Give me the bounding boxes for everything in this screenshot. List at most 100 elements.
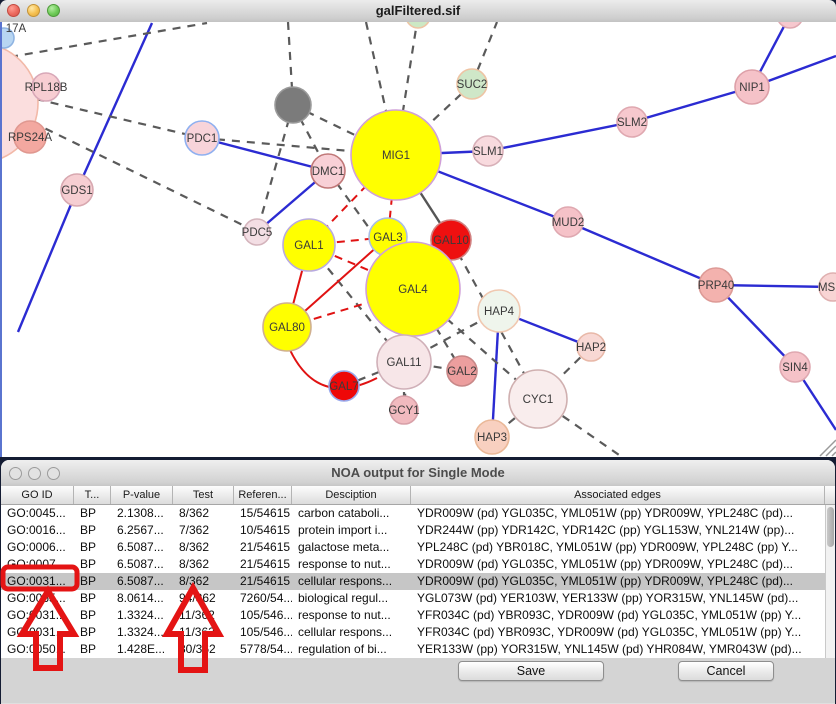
cell: BP — [74, 573, 111, 590]
column-header[interactable]: T... — [74, 486, 111, 504]
table-row[interactable]: GO:0031...BP1.3324...11/362105/546...res… — [1, 607, 825, 624]
node-label: MSL5 — [818, 282, 836, 294]
node-gray[interactable] — [275, 87, 311, 123]
table-row[interactable]: GO:0016...BP6.2567...7/36210/54615protei… — [1, 522, 825, 539]
node-label: SUC2 — [457, 79, 488, 91]
table-row[interactable]: GO:0050...BP1.428E...80/3625778/54...reg… — [1, 641, 825, 658]
table-row[interactable]: GO:0031...BP6.5087...8/36221/54615cellul… — [1, 573, 825, 590]
edge — [36, 99, 202, 138]
column-header[interactable]: GO ID — [1, 486, 74, 504]
node-label: GAL10 — [433, 235, 469, 247]
cell: 11/362 — [173, 624, 234, 641]
cell: YDR244W (pp) YDR142C, YDR142C (pp) YGL15… — [411, 522, 825, 539]
results-table: GO:0045...BP2.1308...8/36215/54615carbon… — [1, 505, 825, 658]
table-row[interactable]: GO:0065...BP8.0614...94/3627260/54...bio… — [1, 590, 825, 607]
cell: 105/546... — [234, 607, 292, 624]
cell: 11/362 — [173, 607, 234, 624]
cell: 21/54615 — [234, 556, 292, 573]
cell: 6.5087... — [111, 556, 173, 573]
edge — [632, 87, 752, 122]
node-label: GAL1 — [294, 240, 323, 252]
cell: cellular respons... — [292, 573, 411, 590]
cell: BP — [74, 505, 111, 522]
cell: YFR034C (pd) YBR093C, YDR009W (pd) YGL03… — [411, 624, 825, 641]
cell: response to nut... — [292, 556, 411, 573]
cell: 1.3324... — [111, 624, 173, 641]
cell: 10/54615 — [234, 522, 292, 539]
cell: YPL248C (pd) YBR018C, YML051W (pp) YDR00… — [411, 539, 825, 556]
cell: YER133W (pp) YOR315W, YNL145W (pd) YHR08… — [411, 641, 825, 658]
node-label: NIP1 — [739, 82, 765, 94]
node-topp[interactable] — [777, 22, 803, 28]
cell: 105/546... — [234, 624, 292, 641]
cell: biological regul... — [292, 590, 411, 607]
table-row[interactable]: GO:0031...BP1.3324...11/362105/546...cel… — [1, 624, 825, 641]
noa-window-titlebar[interactable]: NOA output for Single Mode — [1, 460, 835, 487]
cell: BP — [74, 522, 111, 539]
column-header[interactable]: Referen... — [234, 486, 292, 504]
cell: 21/54615 — [234, 539, 292, 556]
cell: carbon cataboli... — [292, 505, 411, 522]
cell: BP — [74, 607, 111, 624]
node-label: GAL4 — [398, 284, 428, 296]
table-row[interactable]: GO:0006...BP6.5087...8/36221/54615galact… — [1, 539, 825, 556]
cell: 8/362 — [173, 539, 234, 556]
node-topg[interactable] — [406, 22, 430, 28]
cell: 2.1308... — [111, 505, 173, 522]
cancel-button[interactable]: Cancel — [678, 661, 774, 681]
cell: 6.5087... — [111, 539, 173, 556]
cell: GO:0050... — [1, 641, 74, 658]
node-label: SLM2 — [617, 117, 647, 129]
cell: 8/362 — [173, 556, 234, 573]
node-label: PDC5 — [242, 227, 273, 239]
cell: GO:0031... — [1, 624, 74, 641]
cell: 15/54615 — [234, 505, 292, 522]
node-label: GDS1 — [61, 185, 92, 197]
cell: 8/362 — [173, 573, 234, 590]
network-graph: 17ARPL18BRPS24AGDS1PDC1DMC1MIG1SLM1SLM2N… — [2, 22, 836, 457]
node-label: HAP4 — [484, 306, 515, 318]
network-window-titlebar[interactable]: galFiltered.sif — [0, 0, 836, 23]
node-label: SLM1 — [473, 146, 503, 158]
column-header[interactable]: P-value — [111, 486, 173, 504]
cell: GO:0007... — [1, 556, 74, 573]
node-label: PDC1 — [187, 133, 218, 145]
cell: GO:0031... — [1, 573, 74, 590]
cell: galactose meta... — [292, 539, 411, 556]
node-label: DMC1 — [312, 166, 345, 178]
node-label: RPS24A — [8, 132, 52, 144]
edge — [832, 452, 836, 456]
edge — [10, 23, 207, 57]
save-button[interactable]: Save — [458, 661, 604, 681]
node-label: GAL11 — [387, 357, 422, 369]
window-title: galFiltered.sif — [0, 0, 836, 22]
cell: 1.428E... — [111, 641, 173, 658]
scrollbar-thumb[interactable] — [827, 507, 834, 547]
cell: 7260/54... — [234, 590, 292, 607]
column-header[interactable]: Desciption — [292, 486, 411, 504]
cell: BP — [74, 624, 111, 641]
table-header: GO IDT...P-valueTestReferen...Desciption… — [1, 486, 835, 505]
node-label: MIG1 — [382, 150, 410, 162]
table-row[interactable]: GO:0045...BP2.1308...8/36215/54615carbon… — [1, 505, 825, 522]
node-label: 17A — [6, 23, 27, 35]
column-header[interactable]: Test — [173, 486, 234, 504]
column-header[interactable]: Associated edges — [411, 486, 825, 504]
cell: 1.3324... — [111, 607, 173, 624]
cell: 8/362 — [173, 505, 234, 522]
cell: BP — [74, 590, 111, 607]
cell: 5778/54... — [234, 641, 292, 658]
cell: GO:0016... — [1, 522, 74, 539]
node-label: HAP2 — [576, 342, 606, 354]
cell: GO:0031... — [1, 607, 74, 624]
vertical-scrollbar[interactable] — [825, 505, 835, 658]
edge — [488, 122, 632, 151]
edge — [18, 190, 77, 332]
cell: protein import i... — [292, 522, 411, 539]
cell: YFR034C (pd) YBR093C, YDR009W (pd) YGL03… — [411, 607, 825, 624]
table-row[interactable]: GO:0007...BP6.5087...8/36221/54615respon… — [1, 556, 825, 573]
network-canvas[interactable]: 17ARPL18BRPS24AGDS1PDC1DMC1MIG1SLM1SLM2N… — [0, 22, 836, 457]
cell: cellular respons... — [292, 624, 411, 641]
network-window: galFiltered.sif 17ARPL18BRPS24AGDS1PDC1D… — [0, 0, 836, 457]
cell: regulation of bi... — [292, 641, 411, 658]
